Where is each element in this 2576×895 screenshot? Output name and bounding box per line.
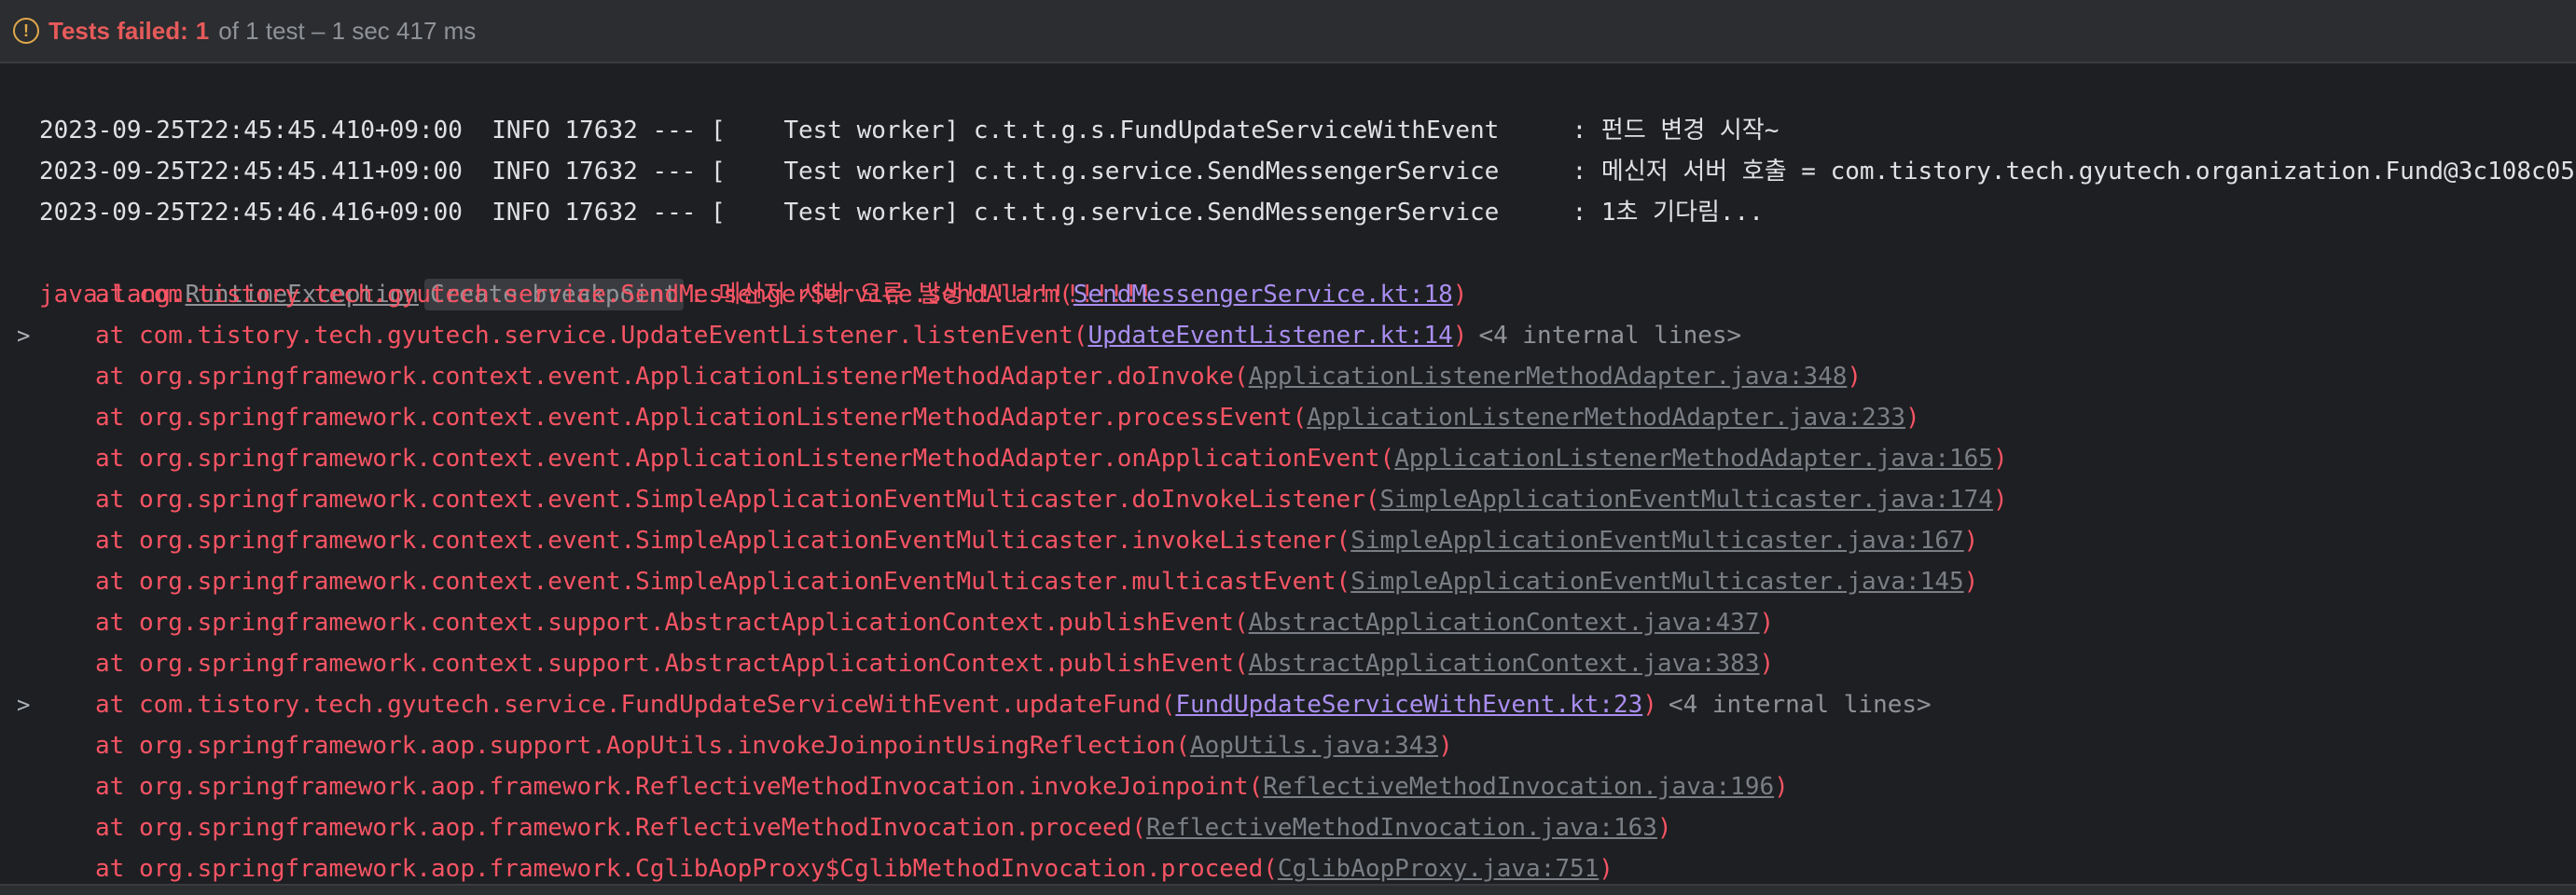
stack-frame-method: at org.springframework.context.event.App… (95, 404, 1308, 432)
source-file-link[interactable]: AbstractApplicationContext.java:437 (1249, 609, 1760, 637)
source-file-link[interactable]: UpdateEventListener.kt:14 (1087, 322, 1452, 350)
stack-frame-line: at com.tistory.tech.gyutech.service.Send… (0, 274, 2576, 315)
stack-frame-method: at org.springframework.context.event.App… (95, 445, 1395, 473)
expand-chevron-icon[interactable]: > (17, 684, 30, 725)
stack-frame-line: at org.springframework.aop.framework.Ref… (0, 807, 2576, 848)
stack-frame-line: at org.springframework.context.support.A… (0, 643, 2576, 684)
closing-paren: ) (1963, 568, 1979, 596)
stack-frame-line: at org.springframework.aop.framework.Cgl… (0, 848, 2576, 886)
stack-frame-method: at org.springframework.aop.framework.Ref… (95, 773, 1264, 801)
stack-frame-method: at org.springframework.aop.support.AopUt… (95, 732, 1190, 760)
stack-frame-method: at com.tistory.tech.gyutech.service.Upda… (95, 322, 1088, 350)
closing-paren: ) (1774, 773, 1789, 801)
source-file-link[interactable]: SimpleApplicationEventMulticaster.java:1… (1350, 568, 1963, 596)
closing-paren: ) (1759, 650, 1775, 678)
stack-frame-method: at org.springframework.context.event.App… (95, 363, 1249, 391)
internal-lines-fold[interactable]: <4 internal lines> (1478, 322, 1741, 350)
stack-frame-line: at org.springframework.aop.framework.Ref… (0, 766, 2576, 807)
log-line: 2023-09-25T22:45:45.411+09:00 INFO 17632… (0, 110, 2576, 186)
source-file-link[interactable]: ApplicationListenerMethodAdapter.java:34… (1249, 363, 1848, 391)
source-file-link[interactable]: SimpleApplicationEventMulticaster.java:1… (1350, 527, 1963, 555)
warning-icon: ! (13, 18, 39, 44)
closing-paren: ) (1759, 609, 1775, 637)
stack-frame-line: at org.springframework.context.event.Sim… (0, 479, 2576, 520)
stack-frame-line: at org.springframework.context.event.App… (0, 397, 2576, 438)
stack-frame-method: at org.springframework.context.event.Sim… (95, 486, 1380, 514)
source-file-link[interactable]: AbstractApplicationContext.java:383 (1249, 650, 1760, 678)
closing-paren: ) (1992, 445, 2008, 473)
source-file-link[interactable]: AopUtils.java:343 (1190, 732, 1438, 760)
stack-frame-method: at org.springframework.context.support.A… (95, 650, 1249, 678)
stack-frame-line: at org.springframework.context.event.App… (0, 438, 2576, 479)
stack-frame-method: at com.tistory.tech.gyutech.service.Fund… (95, 691, 1176, 719)
closing-paren: ) (1905, 404, 1920, 432)
stack-frame-method: at org.springframework.context.event.Sim… (95, 527, 1351, 555)
closing-paren: ) (1847, 363, 1863, 391)
closing-paren: ) (1963, 527, 1979, 555)
stack-frame-method: at com.tistory.tech.gyutech.service.Send… (95, 281, 1073, 309)
stack-frame-line: at org.springframework.context.event.Sim… (0, 520, 2576, 561)
source-file-link[interactable]: SimpleApplicationEventMulticaster.java:1… (1380, 486, 1993, 514)
bottom-panel-edge (0, 884, 2576, 895)
source-file-link[interactable]: ApplicationListenerMethodAdapter.java:23… (1307, 404, 1905, 432)
stack-frame-method: at org.springframework.context.support.A… (95, 609, 1249, 637)
closing-paren: ) (1642, 691, 1657, 719)
source-file-link[interactable]: SendMessengerService.kt:18 (1073, 281, 1453, 309)
test-summary: of 1 test – 1 sec 417 ms (218, 16, 477, 45)
stack-frame-line: at org.springframework.context.support.A… (0, 602, 2576, 643)
closing-paren: ) (1599, 855, 1613, 883)
failed-count: 1 (195, 16, 210, 45)
closing-paren: ) (1452, 322, 1468, 350)
stack-frame-method: at org.springframework.aop.framework.Ref… (95, 814, 1147, 842)
stack-frame-line: > at com.tistory.tech.gyutech.service.Fun… (0, 684, 2576, 725)
closing-paren: ) (1452, 281, 1468, 309)
source-file-link[interactable]: CglibAopProxy.java:751 (1278, 855, 1599, 883)
source-file-link[interactable]: ApplicationListenerMethodAdapter.java:16… (1394, 445, 1993, 473)
stack-frame-line: > at com.tistory.tech.gyutech.service.Upd… (0, 315, 2576, 356)
source-file-link[interactable]: FundUpdateServiceWithEvent.kt:23 (1175, 691, 1642, 719)
stack-frame-line: at org.springframework.context.event.Sim… (0, 561, 2576, 602)
stack-frame-line: at org.springframework.aop.support.AopUt… (0, 725, 2576, 766)
source-file-link[interactable]: ReflectiveMethodInvocation.java:196 (1263, 773, 1774, 801)
log-line-text: 2023-09-25T22:45:46.416+09:00 INFO 17632… (39, 199, 1764, 227)
log-line: 2023-09-25T22:45:45.410+09:00 INFO 17632… (0, 69, 2576, 145)
closing-paren: ) (1656, 814, 1672, 842)
closing-paren: ) (1992, 486, 2008, 514)
internal-lines-fold[interactable]: <4 internal lines> (1669, 691, 1932, 719)
stack-frame-line: at org.springframework.context.event.App… (0, 356, 2576, 397)
stack-frame-method: at org.springframework.context.event.Sim… (95, 568, 1351, 596)
expand-chevron-icon[interactable]: > (17, 315, 30, 356)
test-status-bar: ! Tests failed: 1 of 1 test – 1 sec 417 … (0, 0, 2576, 63)
exception-line: java.lang.RuntimeException Create breakpo… (0, 233, 2576, 310)
log-line: 2023-09-25T22:45:46.416+09:00 INFO 17632… (0, 151, 2576, 227)
tests-failed-label: Tests failed: (48, 16, 188, 45)
console-output[interactable]: 2023-09-25T22:45:45.410+09:00 INFO 17632… (0, 65, 2576, 886)
closing-paren: ) (1438, 732, 1453, 760)
stack-frame-method: at org.springframework.aop.framework.Cgl… (95, 855, 1278, 883)
source-file-link[interactable]: ReflectiveMethodInvocation.java:163 (1146, 814, 1657, 842)
